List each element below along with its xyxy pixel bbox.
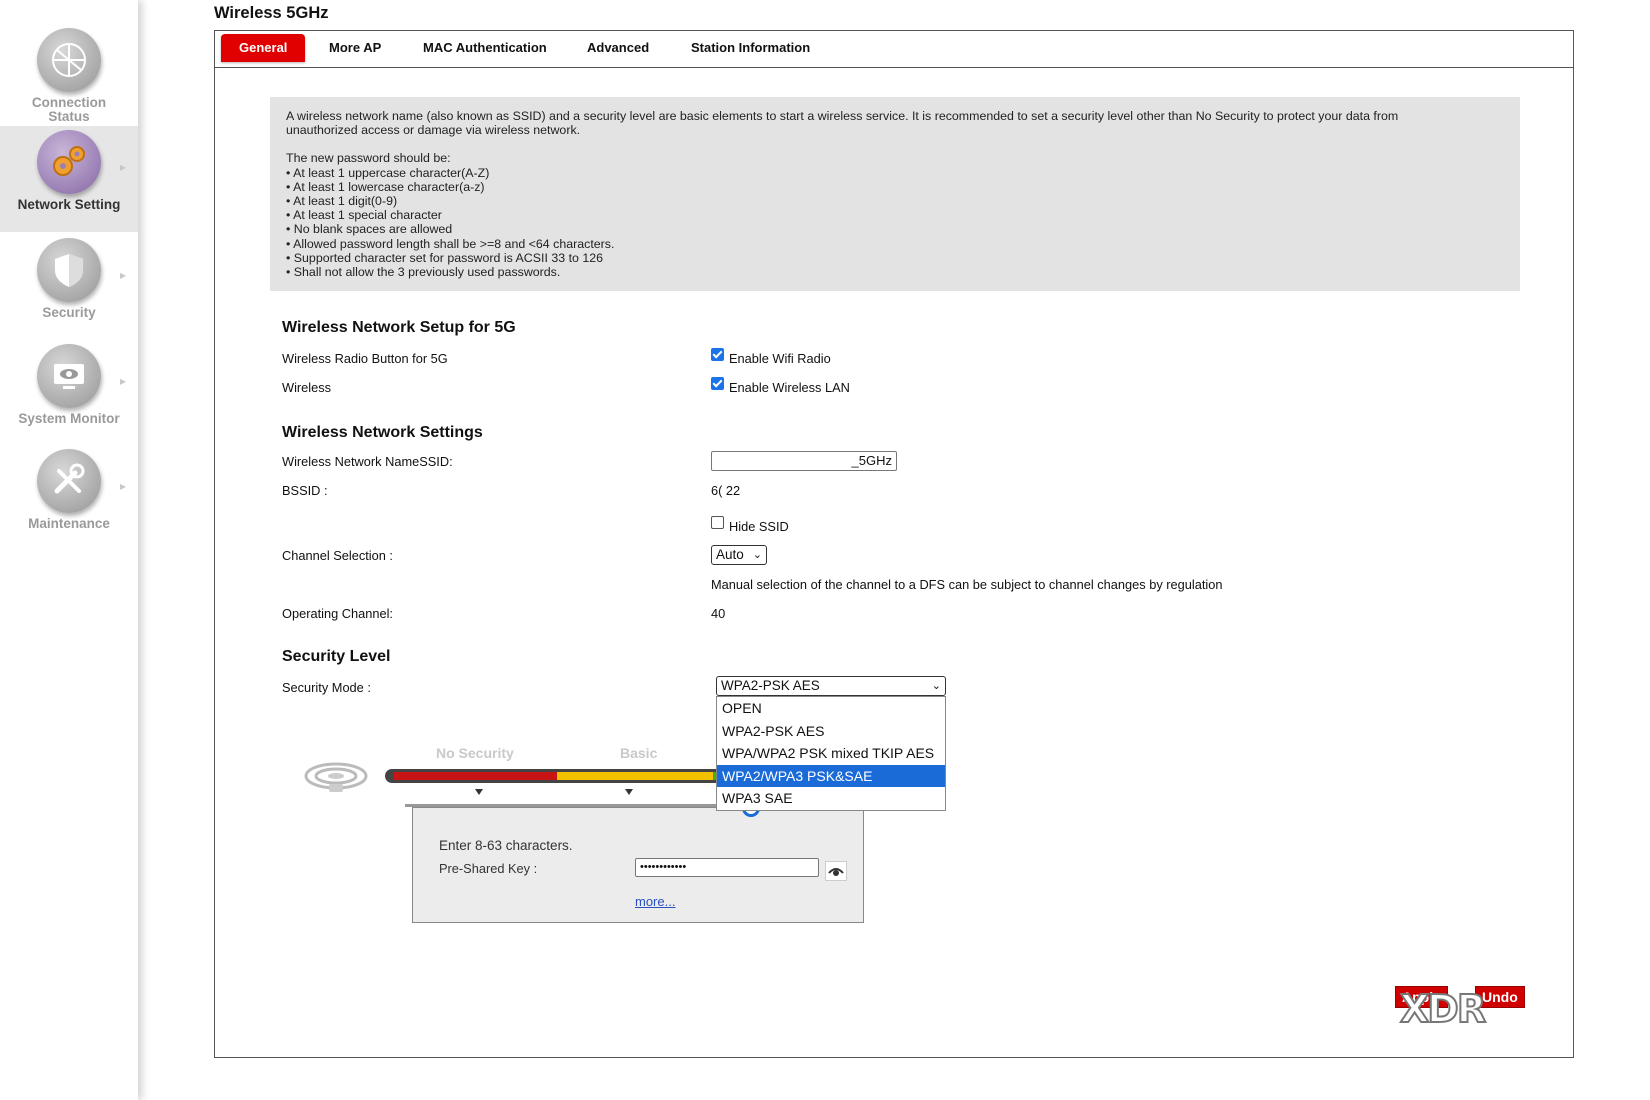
dropdown-option-open[interactable]: OPEN <box>717 697 945 720</box>
dropdown-option-wpa2-wpa3[interactable]: WPA2/WPA3 PSK&SAE <box>717 764 945 788</box>
hide-ssid-checkbox[interactable] <box>711 516 724 529</box>
chevron-right-icon: ▸ <box>119 374 126 388</box>
sidebar: Connection Status Network Setting ▸ Secu… <box>0 0 138 1100</box>
info-box: A wireless network name (also known as S… <box>270 97 1520 291</box>
chevron-right-icon: ▸ <box>119 268 126 282</box>
password-rule: • At least 1 lowercase character(a-z) <box>286 179 485 194</box>
dropdown-option-wpa2-psk-aes[interactable]: WPA2-PSK AES <box>717 720 945 743</box>
sidebar-item-maintenance[interactable]: Maintenance ▸ <box>0 449 138 531</box>
tab-general[interactable]: General <box>221 34 306 62</box>
info-intro-2: unauthorized access or damage via wirele… <box>286 123 581 138</box>
operating-channel-value: 40 <box>711 606 726 621</box>
section-title-settings: Wireless Network Settings <box>282 424 483 441</box>
enable-wifi-radio-label: Enable Wifi Radio <box>729 351 831 366</box>
tab-more-ap[interactable]: More AP <box>311 34 399 62</box>
sidebar-item-label-line2: Status <box>48 109 90 124</box>
meter-marker <box>625 789 633 795</box>
tab-station-information[interactable]: Station Information <box>673 34 828 62</box>
channel-select-value: Auto <box>716 547 744 562</box>
shield-icon <box>37 238 101 302</box>
sidebar-item-connection-status[interactable]: Connection Status <box>0 28 138 124</box>
page-title: Wireless 5GHz <box>214 4 329 22</box>
wifi-router-icon <box>304 762 368 792</box>
psk-input[interactable]: •••••••••••• <box>635 858 819 877</box>
security-mode-label: Security Mode : <box>282 680 371 695</box>
psk-panel: Enter 8-63 characters. Pre-Shared Key : … <box>412 807 864 923</box>
info-intro: A wireless network name (also known as S… <box>286 109 1399 123</box>
channel-selection-label: Channel Selection : <box>282 548 393 563</box>
enable-wifi-radio-checkbox[interactable] <box>711 348 724 361</box>
password-rule: • At least 1 uppercase character(A-Z) <box>286 165 490 180</box>
enable-wireless-lan-label: Enable Wireless LAN <box>729 380 850 395</box>
password-rule: • Supported character set for password i… <box>286 250 604 265</box>
sidebar-item-label: Security <box>42 305 96 320</box>
password-rule: • At least 1 digit(0-9) <box>286 194 398 209</box>
tools-icon <box>37 449 101 513</box>
chevron-right-icon: ▸ <box>119 160 126 174</box>
ssid-label: Wireless Network NameSSID: <box>282 454 453 469</box>
main-panel: General More AP MAC Authentication Advan… <box>214 30 1574 1058</box>
password-rule: • At least 1 special character <box>286 208 442 223</box>
section-title-setup: Wireless Network Setup for 5G <box>282 319 516 336</box>
meter-segment-yellow <box>557 772 713 780</box>
tab-bar: General More AP MAC Authentication Advan… <box>215 31 1573 68</box>
dropdown-option-wpa3-sae[interactable]: WPA3 SAE <box>717 787 945 810</box>
show-password-eye-icon[interactable] <box>825 861 847 881</box>
meter-label-basic: Basic <box>620 745 658 761</box>
bssid-label: BSSID : <box>282 483 328 498</box>
password-rule: • Shall not allow the 3 previously used … <box>286 265 561 280</box>
more-link[interactable]: more... <box>635 894 675 909</box>
password-rule: • No blank spaces are allowed <box>286 222 453 237</box>
channel-dfs-note: Manual selection of the channel to a DFS… <box>711 577 1223 592</box>
sidebar-item-label: Network Setting <box>17 197 121 212</box>
dropdown-option-wpa-wpa2-mixed[interactable]: WPA/WPA2 PSK mixed TKIP AES <box>717 742 945 765</box>
password-rule: • Allowed password length shall be >=8 a… <box>286 236 615 251</box>
sidebar-item-security[interactable]: Security ▸ <box>0 238 138 320</box>
hide-ssid-label: Hide SSID <box>729 519 789 534</box>
section-title-security: Security Level <box>282 648 391 665</box>
meter-label-no-security: No Security <box>436 745 514 761</box>
gears-icon <box>37 130 101 194</box>
bssid-value: 6( 22 <box>711 483 741 498</box>
channel-select[interactable]: Auto ⌄ <box>711 545 767 565</box>
ssid-input[interactable]: _5GHz <box>711 451 897 471</box>
connection-globe-icon <box>37 28 101 92</box>
chevron-down-icon: ⌄ <box>931 680 941 692</box>
meter-marker <box>475 789 483 795</box>
chevron-down-icon: ⌄ <box>752 549 762 561</box>
xdr-watermark: XDR <box>1399 986 1487 1032</box>
sidebar-item-system-monitor[interactable]: System Monitor ▸ <box>0 344 138 426</box>
psk-label: Pre-Shared Key : <box>439 861 538 876</box>
wireless-label: Wireless <box>282 380 332 395</box>
sidebar-item-label: System Monitor <box>18 411 120 426</box>
psk-hint: Enter 8-63 characters. <box>439 838 573 853</box>
tab-advanced[interactable]: Advanced <box>569 34 667 62</box>
password-rules-title: The new password should be: <box>286 151 451 166</box>
security-mode-select[interactable]: WPA2-PSK AES ⌄ <box>716 676 946 696</box>
tab-mac-authentication[interactable]: MAC Authentication <box>405 34 565 62</box>
security-mode-value: WPA2-PSK AES <box>721 678 820 693</box>
enable-wireless-lan-checkbox[interactable] <box>711 377 724 390</box>
radio-button-label: Wireless Radio Button for 5G <box>282 351 448 366</box>
sidebar-item-label: Connection <box>31 95 107 110</box>
security-mode-dropdown: OPEN WPA2-PSK AES WPA/WPA2 PSK mixed TKI… <box>716 696 946 811</box>
operating-channel-label: Operating Channel: <box>282 606 393 621</box>
chevron-right-icon: ▸ <box>119 479 126 493</box>
sidebar-item-label: Maintenance <box>28 516 110 531</box>
meter-segment-red <box>393 772 557 780</box>
monitor-eye-icon <box>37 344 101 408</box>
sidebar-item-network-setting[interactable]: Network Setting ▸ <box>0 126 138 232</box>
